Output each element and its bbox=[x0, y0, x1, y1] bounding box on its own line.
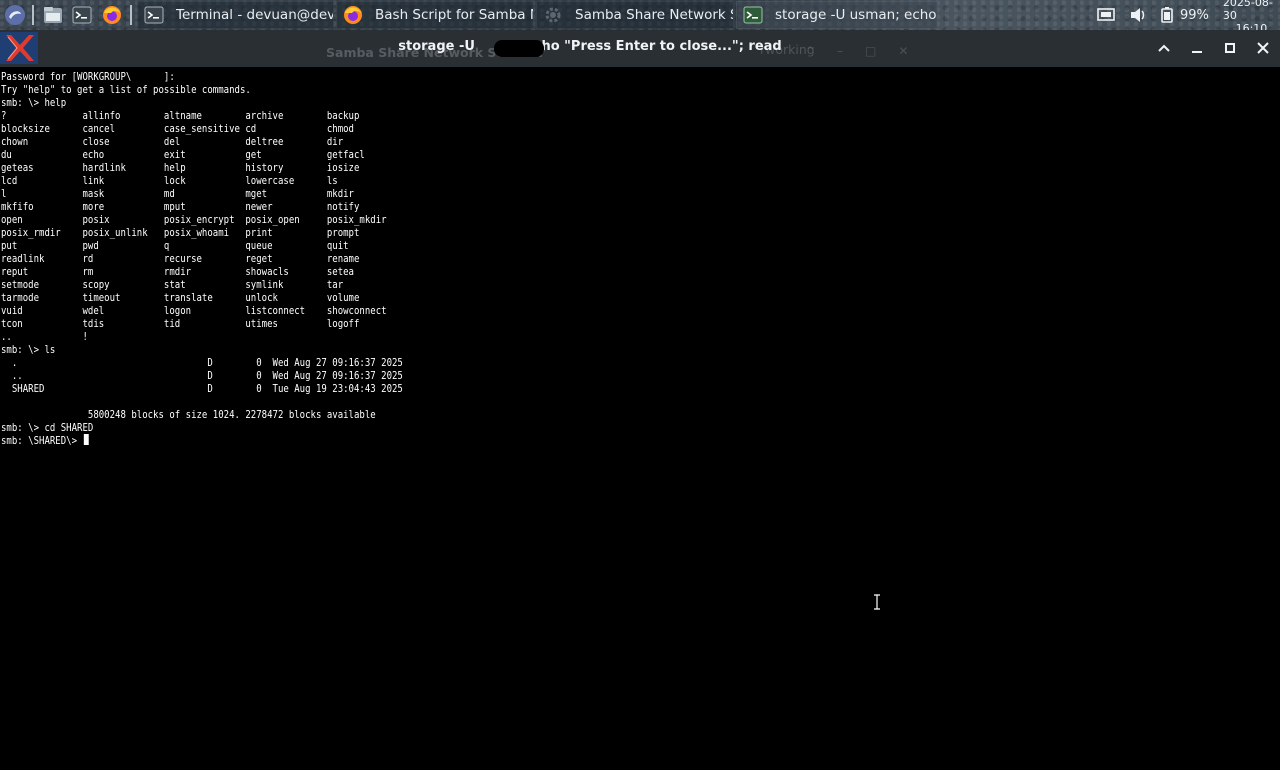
maximize-icon bbox=[1225, 43, 1235, 53]
text-cursor-ibeam-icon bbox=[874, 594, 880, 610]
terminal-line: . D 0 Wed Aug 27 09:16:37 2025 bbox=[1, 356, 403, 369]
task-terminal-devuan[interactable]: Terminal - devuan@devu... bbox=[137, 1, 334, 29]
terminal-line: 5800248 blocks of size 1024. 2278472 blo… bbox=[1, 408, 376, 421]
taskbar-separator bbox=[32, 5, 34, 25]
terminal-line: open posix posix_encrypt posix_open posi… bbox=[1, 213, 387, 226]
clock-date: 2025-08-30 bbox=[1222, 0, 1273, 22]
file-manager-icon[interactable] bbox=[42, 4, 64, 26]
task-firefox-bash-script[interactable]: Bash Script for Samba N... bbox=[336, 1, 534, 29]
clock[interactable]: 2025-08-30 16:10 bbox=[1223, 0, 1280, 30]
terminal-line: tarmode timeout translate unlock volume bbox=[1, 291, 360, 304]
terminal-line: .. ! bbox=[1, 330, 88, 343]
close-icon bbox=[1257, 42, 1269, 54]
terminal-line: vuid wdel logon listconnect showconnect bbox=[1, 304, 387, 317]
window-title-start: storage -U bbox=[398, 39, 475, 54]
battery-icon[interactable] bbox=[1160, 5, 1174, 25]
keep-above-button[interactable] bbox=[1151, 36, 1177, 60]
terminal-line: Try "help" to get a list of possible com… bbox=[1, 83, 251, 96]
terminal-area[interactable]: Password for [WORKGROUP\ ]: Try "help" to… bbox=[0, 68, 1280, 770]
taskbar: Terminal - devuan@devu... Bash Script fo… bbox=[0, 0, 1280, 30]
taskbar-separator bbox=[130, 5, 132, 25]
terminal-line: lcd link lock lowercase ls bbox=[1, 174, 338, 187]
terminal-prompt-line: smb: \SHARED\> bbox=[1, 434, 403, 447]
task-samba-scanner[interactable]: Samba Share Network Sc... bbox=[536, 1, 734, 29]
system-tray: 99% 2025-08-30 16:10 bbox=[1096, 0, 1280, 30]
terminal-line: chown close del deltree dir bbox=[1, 135, 344, 148]
terminal-line: .. D 0 Wed Aug 27 09:16:37 2025 bbox=[1, 369, 403, 382]
menu-swirl-icon[interactable] bbox=[4, 4, 26, 26]
terminal-line: smb: \> help bbox=[1, 96, 67, 109]
terminal-line: smb: \> cd SHARED bbox=[1, 421, 94, 434]
task-label: Terminal - devuan@devu... bbox=[176, 7, 334, 23]
terminal-line: l mask md mget mkdir bbox=[1, 187, 354, 200]
terminal-line: geteas hardlink help history iosize bbox=[1, 161, 360, 174]
task-label: Samba Share Network Sc... bbox=[575, 7, 733, 23]
terminal-line: du echo exit get getfacl bbox=[1, 148, 365, 161]
terminal-line: tcon tdis tid utimes logoff bbox=[1, 317, 360, 330]
window-titlebar[interactable]: Samba Share Network Scanner rworking ⌃–□… bbox=[0, 30, 1280, 67]
chevron-up-icon bbox=[1158, 44, 1170, 52]
volume-icon[interactable] bbox=[1128, 5, 1148, 25]
firefox-icon bbox=[343, 5, 363, 25]
terminal-line: mkfifo more mput newer notify bbox=[1, 200, 360, 213]
terminal-output: Password for [WORKGROUP\ ]: Try "help" to… bbox=[1, 70, 403, 447]
redacted-username bbox=[494, 40, 544, 57]
minimize-icon bbox=[1192, 51, 1202, 53]
terminal-line: setmode scopy stat symlink tar bbox=[1, 278, 344, 291]
terminal-cursor bbox=[84, 434, 90, 445]
display-icon[interactable] bbox=[1096, 5, 1116, 25]
terminal-line: Password for [WORKGROUP\ ]: bbox=[1, 70, 175, 83]
terminal-icon[interactable] bbox=[71, 4, 93, 26]
terminal-line: readlink rd recurse reget rename bbox=[1, 252, 360, 265]
terminal-line: reput rm rmdir showacls setea bbox=[1, 265, 354, 278]
terminal-icon bbox=[743, 5, 763, 25]
battery-percent: 99% bbox=[1180, 7, 1209, 23]
close-button[interactable] bbox=[1250, 36, 1276, 60]
terminal-line: blocksize cancel case_sensitive cd chmod bbox=[1, 122, 354, 135]
task-storage-terminal[interactable]: storage -U usman; echo ... bbox=[736, 1, 938, 29]
terminal-line: ? allinfo altname archive backup bbox=[1, 109, 360, 122]
terminal-icon bbox=[144, 5, 164, 25]
maximize-button[interactable] bbox=[1217, 36, 1243, 60]
window-title-end: echo "Press Enter to close..."; read bbox=[524, 39, 782, 54]
clock-time: 16:10 bbox=[1235, 21, 1268, 31]
terminal-line: SHARED D 0 Tue Aug 19 23:04:43 2025 bbox=[1, 382, 403, 395]
firefox-icon[interactable] bbox=[101, 4, 123, 26]
task-label: storage -U usman; echo ... bbox=[775, 7, 938, 23]
minimize-button[interactable] bbox=[1184, 36, 1210, 60]
gear-icon bbox=[543, 5, 563, 25]
window-title: storage -U echo "Press Enter to close..."… bbox=[0, 39, 1180, 54]
terminal-prompt: smb: \SHARED\> bbox=[1, 434, 83, 447]
task-label: Bash Script for Samba N... bbox=[375, 7, 533, 23]
terminal-line: posix_rmdir posix_unlink posix_whoami pr… bbox=[1, 226, 360, 239]
terminal-line: smb: \> ls bbox=[1, 343, 56, 356]
terminal-line: put pwd q queue quit bbox=[1, 239, 349, 252]
